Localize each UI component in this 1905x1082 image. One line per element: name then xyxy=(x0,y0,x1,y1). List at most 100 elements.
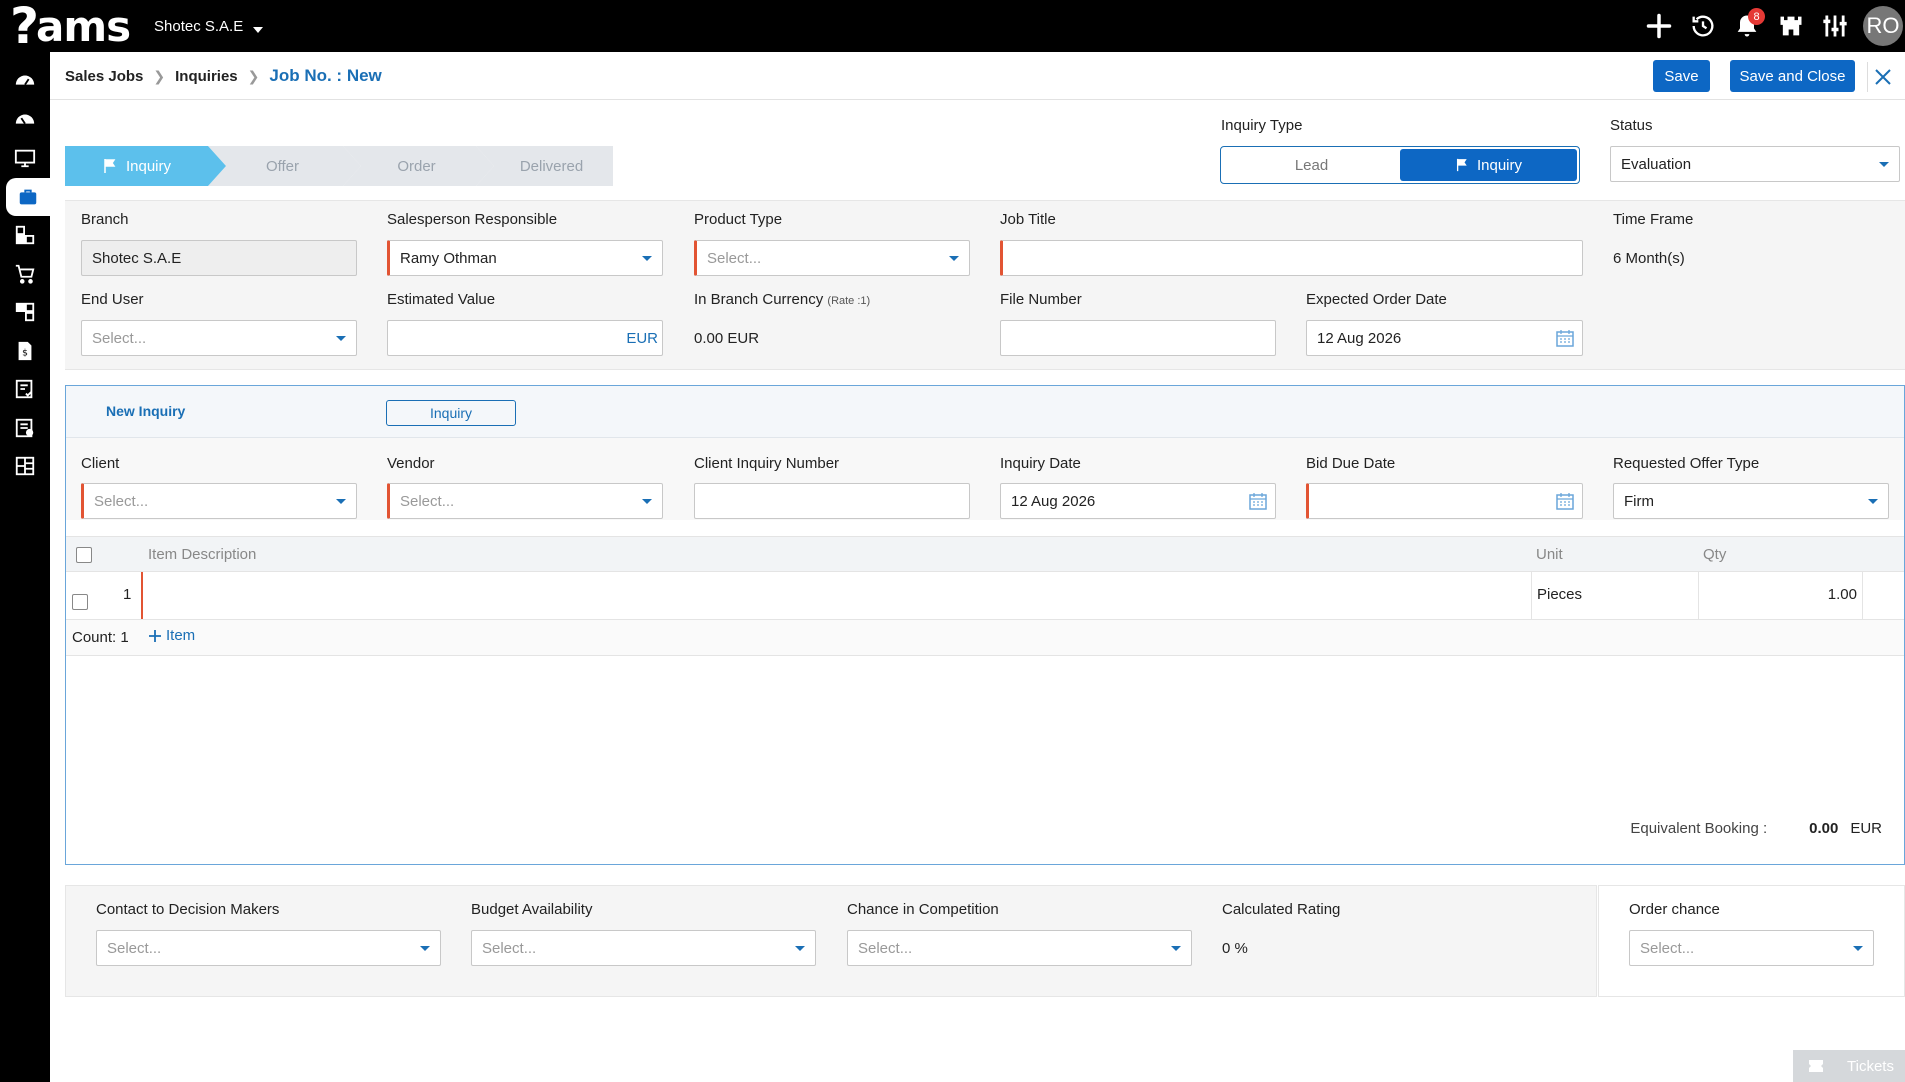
step-inquiry[interactable]: Inquiry xyxy=(65,146,226,186)
tickets-button[interactable]: Tickets xyxy=(1793,1050,1905,1082)
save-button[interactable]: Save xyxy=(1653,60,1710,92)
sidebar-briefcase-icon[interactable] xyxy=(6,177,50,216)
close-icon[interactable] xyxy=(1867,62,1897,92)
chevron-down-icon xyxy=(420,946,430,951)
workflow-stepper: Inquiry Offer Order Delivered xyxy=(65,146,613,186)
add-item-button[interactable]: Item xyxy=(148,627,195,644)
items-grid-footer: Count: 1 Item xyxy=(66,620,1904,656)
col-qty: Qty xyxy=(1703,546,1727,563)
item-description-cell[interactable] xyxy=(141,572,1531,619)
job-title-input[interactable] xyxy=(1000,240,1583,276)
ticket-icon xyxy=(1809,1060,1823,1072)
sidebar-dashboard-icon[interactable] xyxy=(0,62,50,101)
select-all-checkbox[interactable] xyxy=(76,547,92,563)
chevron-down-icon xyxy=(642,499,652,504)
step-offer[interactable]: Offer xyxy=(208,146,361,186)
user-avatar[interactable]: RO xyxy=(1863,6,1903,46)
branch-label: Branch xyxy=(81,211,129,228)
inquiry-panel-header: New Inquiry Inquiry xyxy=(66,386,1904,438)
sidebar-sheet-icon[interactable] xyxy=(0,409,50,448)
bid-due-date-input[interactable] xyxy=(1306,483,1583,519)
step-delivered[interactable]: Delivered xyxy=(476,146,613,186)
client-inquiry-number-label: Client Inquiry Number xyxy=(694,455,840,472)
toggle-inquiry[interactable]: Inquiry xyxy=(1400,149,1577,181)
step-order[interactable]: Order xyxy=(343,146,494,186)
job-title-label: Job Title xyxy=(1000,211,1056,228)
file-number-label: File Number xyxy=(1000,291,1082,308)
equivalent-booking: Equivalent Booking : 0.00 EUR xyxy=(1630,820,1882,837)
requested-offer-type-select[interactable]: Firm xyxy=(1613,483,1889,519)
row-checkbox[interactable] xyxy=(72,594,88,610)
client-label: Client xyxy=(81,455,120,472)
calendar-icon[interactable] xyxy=(1556,492,1574,510)
sidebar-cart-icon[interactable] xyxy=(0,255,50,294)
qty-cell[interactable]: 1.00 xyxy=(1698,572,1863,619)
branch-field: Shotec S.A.E xyxy=(81,240,357,276)
vendor-label: Vendor xyxy=(387,455,435,472)
sidebar-layout-icon[interactable] xyxy=(0,447,50,486)
breadcrumb-inquiries[interactable]: Inquiries xyxy=(175,68,238,85)
sliders-icon[interactable] xyxy=(1813,0,1857,52)
chevron-down-icon xyxy=(949,256,959,261)
castle-icon[interactable] xyxy=(1769,0,1813,52)
order-chance-label: Order chance xyxy=(1629,901,1720,918)
toggle-lead[interactable]: Lead xyxy=(1223,149,1400,181)
product-type-label: Product Type xyxy=(694,211,783,228)
expected-order-date-label: Expected Order Date xyxy=(1306,291,1447,308)
chevron-down-icon xyxy=(1868,499,1878,504)
unit-cell[interactable]: Pieces xyxy=(1531,572,1698,619)
vendor-select[interactable]: Select... xyxy=(387,483,663,519)
top-icons: 8 RO xyxy=(1637,0,1905,52)
client-inquiry-number-input[interactable] xyxy=(694,483,970,519)
app-logo[interactable]: ? ams xyxy=(10,0,131,55)
add-icon[interactable] xyxy=(1637,0,1681,52)
salesperson-select[interactable]: Ramy Othman xyxy=(387,240,663,276)
sidebar: $ xyxy=(0,52,50,1082)
col-unit: Unit xyxy=(1536,546,1563,563)
row-number: 1 xyxy=(123,586,132,603)
chevron-down-icon xyxy=(795,946,805,951)
company-name: Shotec S.A.E xyxy=(154,18,244,35)
flag-icon xyxy=(1456,158,1467,172)
calendar-icon[interactable] xyxy=(1249,492,1267,510)
new-inquiry-title: New Inquiry xyxy=(106,403,186,419)
client-select[interactable]: Select... xyxy=(81,483,357,519)
inquiry-date-input[interactable]: 12 Aug 2026 xyxy=(1000,483,1276,519)
inquiry-tag-button[interactable]: Inquiry xyxy=(386,400,516,426)
sidebar-monitor-icon[interactable] xyxy=(0,139,50,178)
chance-in-competition-select[interactable]: Select... xyxy=(847,930,1192,966)
inquiry-type-toggle: Lead Inquiry xyxy=(1220,146,1580,184)
company-switcher[interactable]: Shotec S.A.E xyxy=(154,18,264,35)
chevron-right-icon: ❯ xyxy=(247,67,260,84)
history-icon[interactable] xyxy=(1681,0,1725,52)
expected-order-date-input[interactable]: 12 Aug 2026 xyxy=(1306,320,1583,356)
plus-icon xyxy=(149,629,161,642)
contact-decision-makers-label: Contact to Decision Makers xyxy=(96,901,280,918)
currency-unit: EUR xyxy=(626,330,658,347)
status-select[interactable]: Evaluation xyxy=(1610,146,1900,182)
contact-decision-makers-select[interactable]: Select... xyxy=(96,930,441,966)
status-label: Status xyxy=(1610,117,1653,134)
breadcrumb-sales-jobs[interactable]: Sales Jobs xyxy=(65,68,143,85)
file-number-input[interactable] xyxy=(1000,320,1276,356)
sidebar-report-icon[interactable] xyxy=(0,370,50,409)
save-and-close-button[interactable]: Save and Close xyxy=(1730,60,1855,92)
chevron-down-icon xyxy=(336,499,346,504)
calendar-icon[interactable] xyxy=(1556,329,1574,347)
item-count: Count: 1 xyxy=(72,629,129,646)
end-user-select[interactable]: Select... xyxy=(81,320,357,356)
sidebar-stock-icon[interactable] xyxy=(0,293,50,332)
sidebar-gauge-icon[interactable] xyxy=(0,101,50,140)
sidebar-invoice-icon[interactable]: $ xyxy=(0,332,50,371)
bell-icon[interactable]: 8 xyxy=(1725,0,1769,52)
product-type-select[interactable]: Select... xyxy=(694,240,970,276)
breadcrumb: Sales Jobs ❯ Inquiries ❯ Job No. : New xyxy=(65,66,382,86)
col-item-description: Item Description xyxy=(148,546,257,563)
chance-in-competition-label: Chance in Competition xyxy=(847,901,999,918)
estimated-value-input[interactable]: EUR xyxy=(387,320,663,356)
page-title: Job No. : New xyxy=(269,66,382,85)
sidebar-boxes-icon[interactable] xyxy=(0,216,50,255)
budget-availability-select[interactable]: Select... xyxy=(471,930,816,966)
order-chance-select[interactable]: Select... xyxy=(1629,930,1874,966)
time-frame-label: Time Frame xyxy=(1613,211,1694,228)
